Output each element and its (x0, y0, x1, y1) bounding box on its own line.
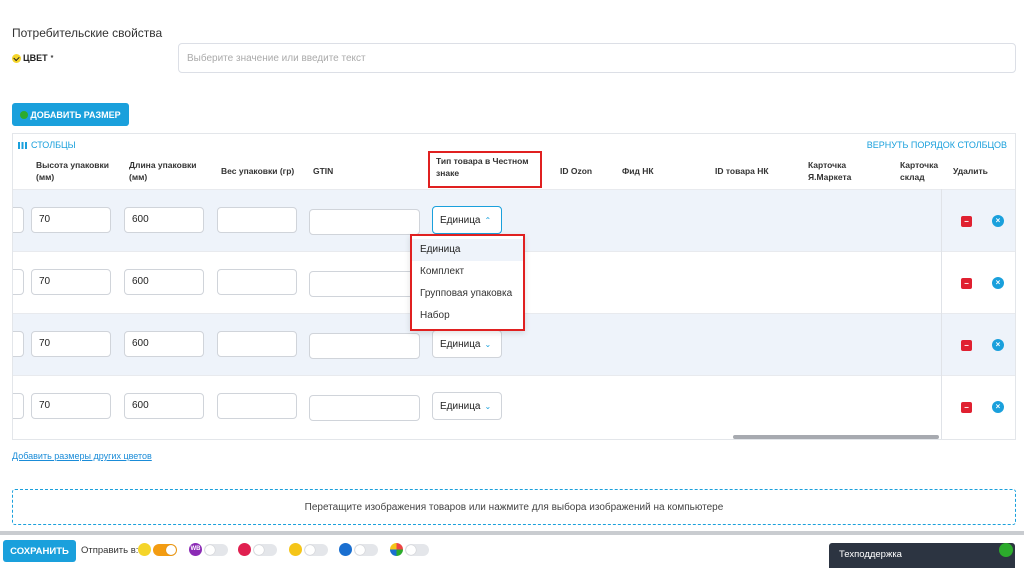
marketplace-chestny-znak[interactable] (138, 543, 177, 556)
toggle-switch[interactable] (153, 543, 177, 556)
color-field-label: ЦВЕТ * (12, 53, 53, 63)
add-size-label: ДОБАВИТЬ РАЗМЕР (30, 109, 121, 120)
color-input[interactable] (178, 43, 1016, 73)
support-widget[interactable]: Техподдержка (829, 543, 1015, 568)
columns-toggle-label: СТОЛБЦЫ (31, 140, 76, 150)
toggle-switch[interactable] (204, 543, 228, 556)
height-input[interactable]: 70 (31, 207, 111, 233)
header-delete: Удалить (953, 166, 988, 176)
close-circle-icon[interactable]: × (992, 277, 1004, 289)
weight-input[interactable] (217, 269, 297, 295)
header-card-stock[interactable]: Карточка склад (900, 159, 944, 183)
marketplace-wildberries[interactable]: WB (189, 543, 228, 556)
cell-prev-input[interactable] (13, 393, 24, 419)
horizontal-scrollbar[interactable] (733, 435, 939, 439)
length-input[interactable]: 600 (124, 331, 204, 357)
product-type-dropdown: Единица Комплект Групповая упаковка Набо… (410, 234, 525, 331)
columns-toggle[interactable]: СТОЛБЦЫ (18, 140, 76, 150)
header-product-type[interactable]: Тип товара в Честном знаке (428, 151, 542, 188)
product-type-select[interactable]: Единица ⌄ (432, 330, 502, 358)
toggle-switch[interactable] (354, 543, 378, 556)
support-online-icon (999, 543, 1013, 557)
header-id-ozon[interactable]: ID Ozon (560, 165, 592, 177)
save-button[interactable]: СОХРАНИТЬ (3, 540, 76, 562)
cell-prev-input[interactable] (13, 269, 24, 295)
marketplace-multicolor[interactable] (390, 543, 429, 556)
cell-prev-input[interactable] (13, 331, 24, 357)
chestny-znak-icon (138, 543, 151, 556)
columns-icon (18, 141, 27, 149)
color-label-text: ЦВЕТ (23, 53, 48, 63)
product-type-select[interactable]: Единица ⌄ (432, 392, 502, 420)
section-title: Потребительские свойства (12, 26, 163, 40)
select-value: Единица (440, 338, 481, 350)
delete-row-icon[interactable]: − (961, 278, 972, 289)
delete-row-icon[interactable]: − (961, 340, 972, 351)
length-input[interactable]: 600 (124, 207, 204, 233)
gtin-input[interactable] (309, 271, 420, 297)
send-to-label: Отправить в: (81, 545, 139, 556)
header-length[interactable]: Длина упаковки (мм) (129, 159, 209, 183)
select-value: Единица (440, 214, 481, 226)
marketplace-moysklad[interactable] (339, 543, 378, 556)
delete-row-icon[interactable]: − (961, 216, 972, 227)
select-value: Единица (440, 400, 481, 412)
dropdown-option[interactable]: Единица (412, 239, 523, 261)
header-height[interactable]: Высота упаковки (мм) (36, 159, 116, 183)
weight-input[interactable] (217, 207, 297, 233)
height-input[interactable]: 70 (31, 269, 111, 295)
plus-circle-icon (20, 110, 29, 119)
dropzone-text: Перетащите изображения товаров или нажми… (304, 501, 724, 513)
yandex-market-icon (289, 543, 302, 556)
gtin-input[interactable] (309, 395, 420, 421)
height-input[interactable]: 70 (31, 331, 111, 357)
weight-input[interactable] (217, 393, 297, 419)
image-dropzone[interactable]: Перетащите изображения товаров или нажми… (12, 489, 1016, 525)
length-input[interactable]: 600 (124, 393, 204, 419)
chevron-down-icon: ⌄ (484, 401, 492, 411)
dropdown-option[interactable]: Групповая упаковка (412, 283, 523, 305)
ozon-icon (238, 543, 251, 556)
toggle-switch[interactable] (405, 543, 429, 556)
close-circle-icon[interactable]: × (992, 339, 1004, 351)
marketplace-ozon[interactable] (238, 543, 277, 556)
close-circle-icon[interactable]: × (992, 401, 1004, 413)
chevron-up-icon: ⌃ (484, 215, 492, 225)
marketplace-yandex-market[interactable] (289, 543, 328, 556)
header-weight[interactable]: Вес упаковки (гр) (221, 165, 311, 177)
add-other-colors-link[interactable]: Добавить размеры других цветов (12, 451, 152, 461)
gtin-input[interactable] (309, 209, 420, 235)
header-card-ymarket[interactable]: Карточка Я.Маркета (808, 159, 868, 183)
product-type-select[interactable]: Единица ⌃ (432, 206, 502, 234)
toggle-switch[interactable] (304, 543, 328, 556)
chevron-down-icon: ⌄ (484, 339, 492, 349)
gtin-input[interactable] (309, 333, 420, 359)
toggle-switch[interactable] (253, 543, 277, 556)
close-circle-icon[interactable]: × (992, 215, 1004, 227)
support-label: Техподдержка (839, 549, 902, 560)
moysklad-icon (339, 543, 352, 556)
add-size-button[interactable]: ДОБАВИТЬ РАЗМЕР (12, 103, 129, 126)
cell-prev-input[interactable] (13, 207, 24, 233)
required-mark: * (50, 54, 54, 62)
delete-row-icon[interactable]: − (961, 402, 972, 413)
header-id-nk[interactable]: ID товара НК (715, 165, 769, 177)
header-gtin[interactable]: GTIN (313, 165, 333, 177)
header-feed-nk[interactable]: Фид НК (622, 165, 654, 177)
height-input[interactable]: 70 (31, 393, 111, 419)
reset-column-order-link[interactable]: ВЕРНУТЬ ПОРЯДОК СТОЛБЦОВ (867, 140, 1007, 150)
chestny-znak-icon (12, 53, 21, 63)
sticky-column-divider (941, 189, 942, 439)
weight-input[interactable] (217, 331, 297, 357)
dropdown-option[interactable]: Комплект (412, 261, 523, 283)
dropdown-option[interactable]: Набор (412, 305, 523, 327)
multicolor-icon (390, 543, 403, 556)
table-row: 70 600 Единица ⌄ − × (13, 375, 1015, 437)
wildberries-icon: WB (189, 543, 202, 556)
length-input[interactable]: 600 (124, 269, 204, 295)
